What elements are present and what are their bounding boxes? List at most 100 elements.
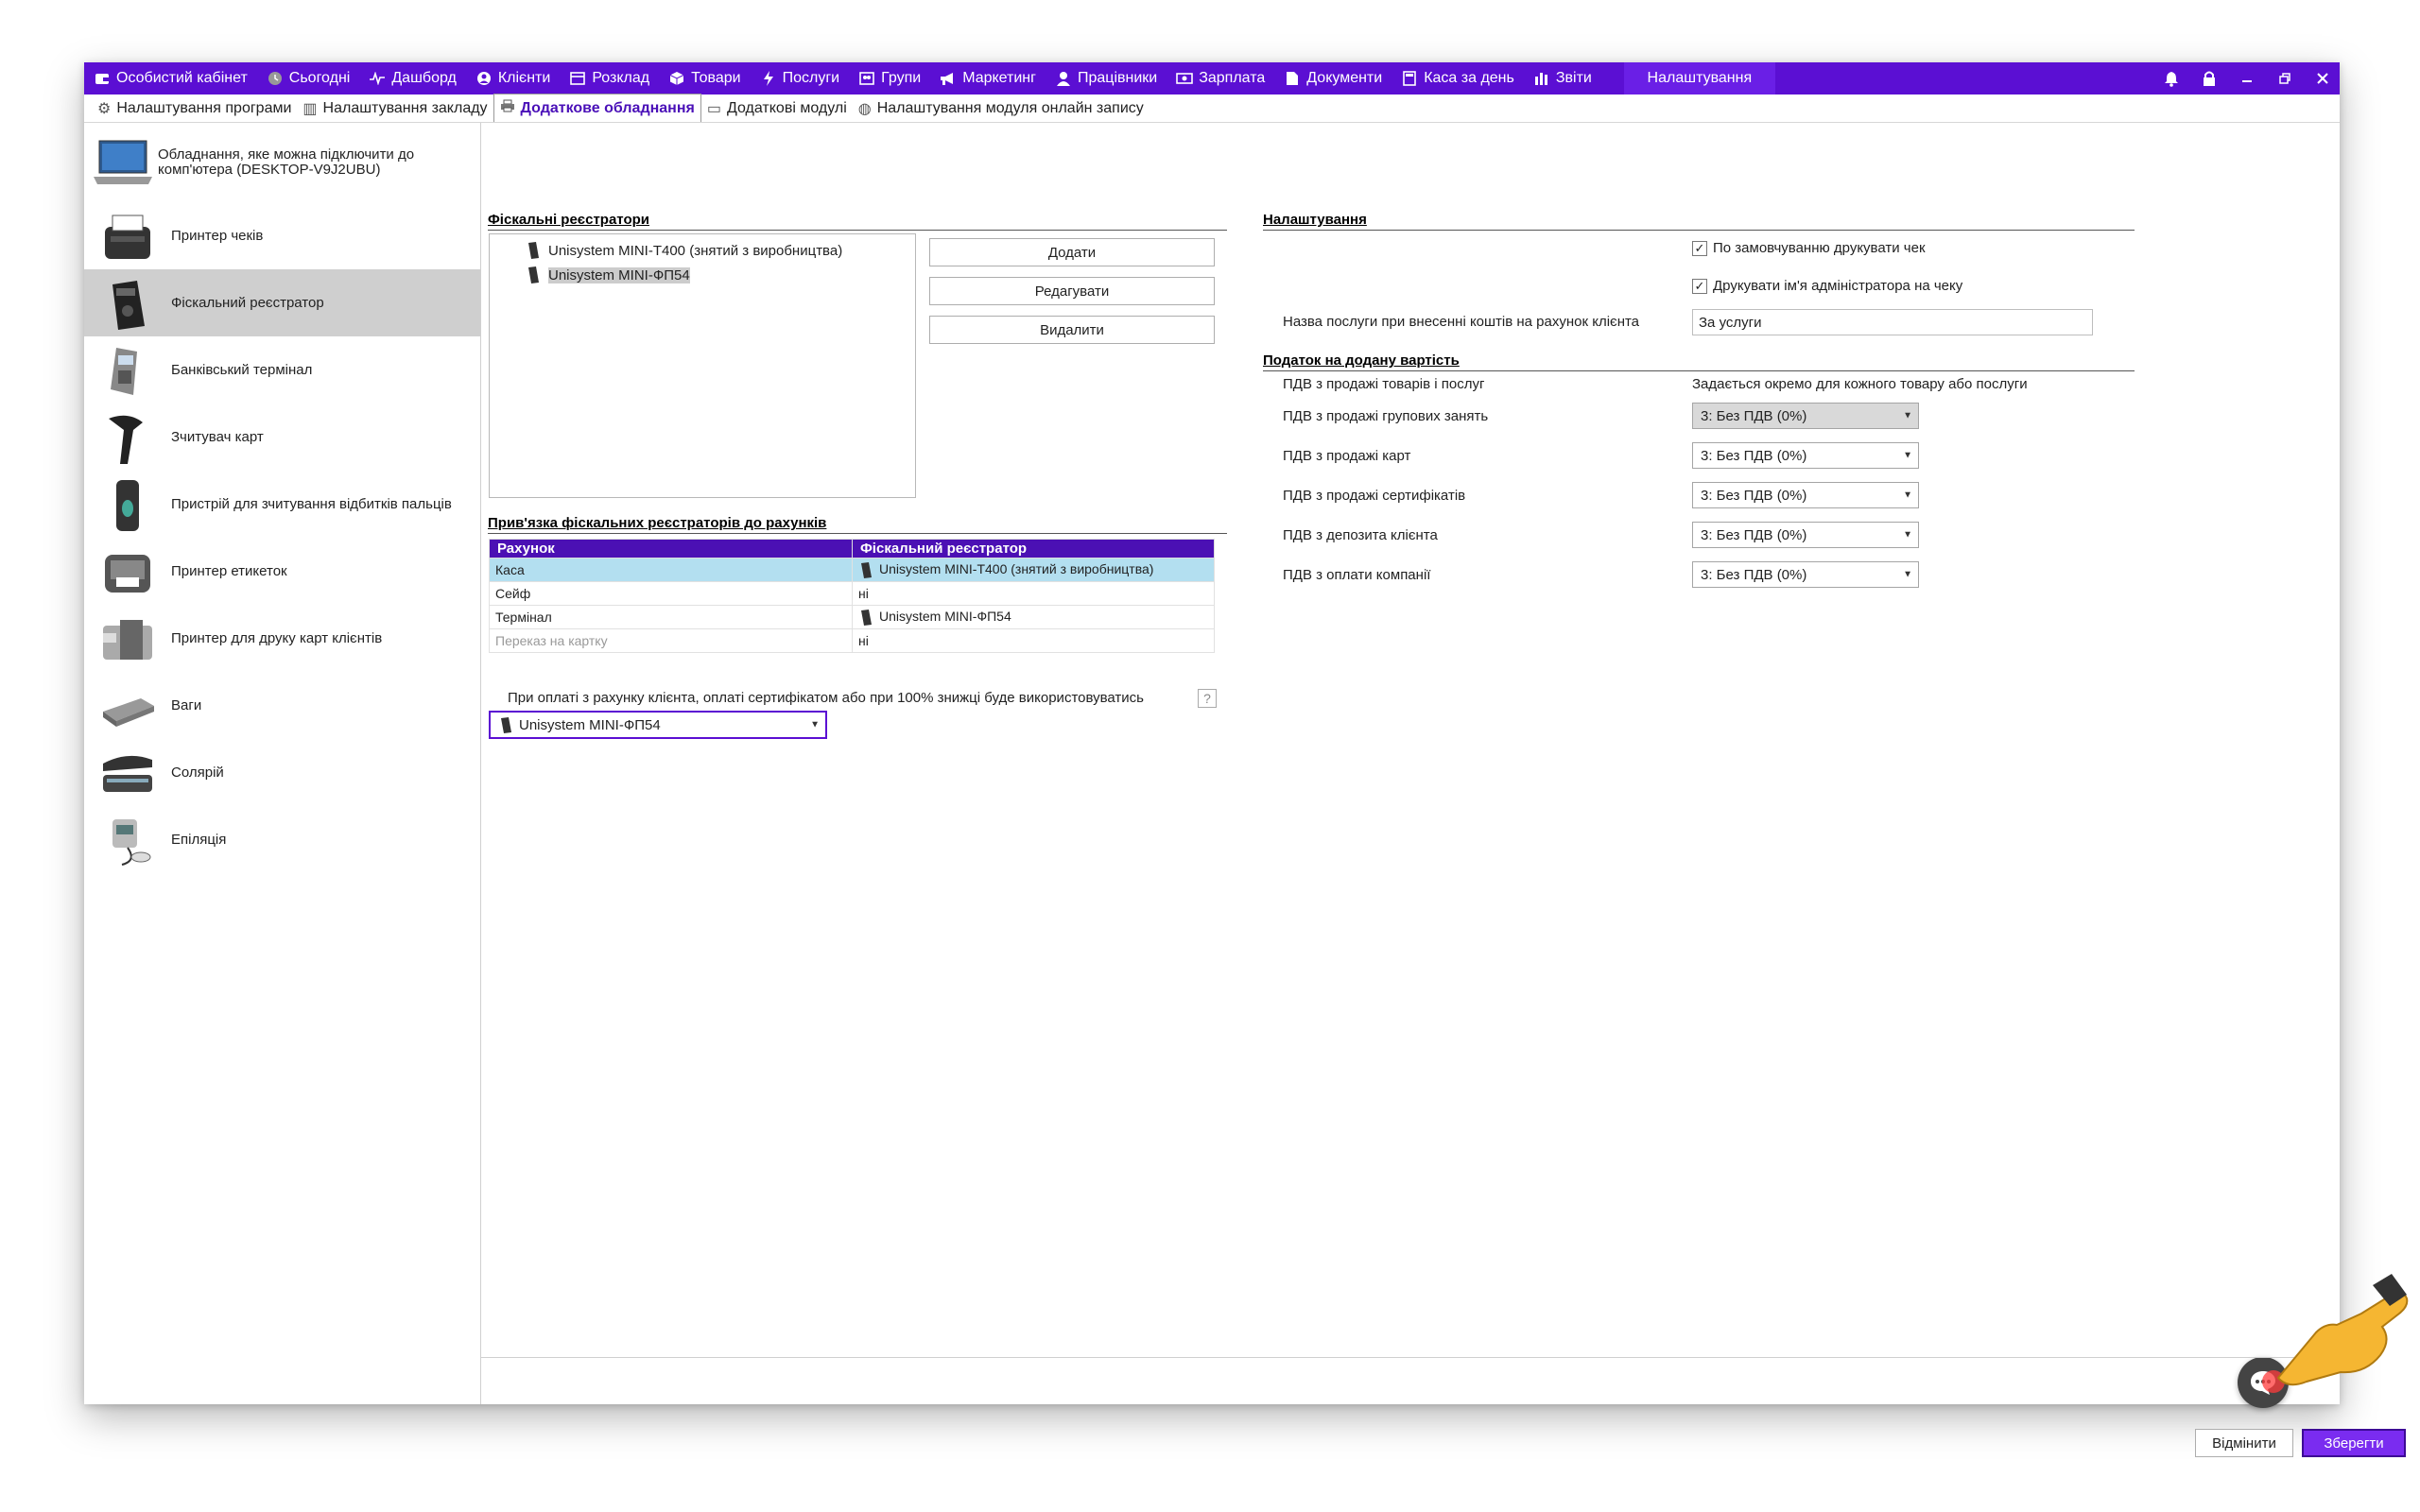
building-icon: ▥ [302,101,318,117]
vat-deposit-select[interactable]: 3: Без ПДВ (0%) ▼ [1692,522,1919,548]
vat-certificates-select[interactable]: 3: Без ПДВ (0%) ▼ [1692,482,1919,508]
nav-clients[interactable]: Клієнти [466,62,560,94]
nav-services[interactable]: Послуги [751,62,850,94]
add-button[interactable]: Додати [929,238,1215,266]
nav-today[interactable]: Сьогодні [257,62,360,94]
sidebar-item-fiscal-register[interactable]: Фіскальний реєстратор [84,269,480,336]
sidebar-item-scales[interactable]: Ваги [84,672,480,739]
table-row[interactable]: Переказ на картку ні [489,628,1215,653]
vat-cards-select[interactable]: 3: Без ПДВ (0%) ▼ [1692,442,1919,469]
sidebar-item-card-printer[interactable]: Принтер для друку карт клієнтів [84,605,480,672]
nav-label: Групи [881,70,922,86]
vat-goods-value: Задається окремо для кожного товару або … [1692,376,2028,392]
nav-salary[interactable]: Зарплата [1167,62,1274,94]
register-item[interactable]: Unisystem MINI-ФП54 [490,263,915,287]
vat-group-classes-select[interactable]: 3: Без ПДВ (0%) ▼ [1692,403,1919,429]
bank-terminal-icon [111,347,137,395]
chevron-down-icon: ▼ [1903,490,1912,501]
nav-groups[interactable]: Групи [849,62,930,94]
print-admin-checkbox[interactable]: ✓ Друкувати ім'я адміністратора на чеку [1692,278,1962,294]
vat-select-value: 3: Без ПДВ (0%) [1701,487,1807,504]
print-admin-label: Друкувати ім'я адміністратора на чеку [1713,278,1963,294]
edit-button[interactable]: Редагувати [929,277,1215,305]
window-controls [2162,62,2332,94]
sidebar-item-solarium[interactable]: Солярій [84,739,480,806]
register-cell[interactable]: Unisystem MINI-ФП54 [852,605,1215,629]
groups-icon [858,70,875,87]
tab-additional-equipment[interactable]: Додаткове обладнання [493,94,701,122]
nav-label: Особистий кабінет [116,70,248,86]
tab-program-settings[interactable]: ⚙ Налаштування програми [92,95,297,122]
tab-venue-settings[interactable]: ▥ Налаштування закладу [297,95,493,122]
nav-schedule[interactable]: Розклад [560,62,659,94]
table-row[interactable]: Термінал Unisystem MINI-ФП54 [489,605,1215,629]
payment-register-select[interactable]: Unisystem MINI-ФП54 ▼ [489,711,827,739]
sidebar-item-label: Епіляція [171,832,227,848]
chevron-down-icon: ▼ [1903,410,1912,421]
register-cell[interactable]: ні [852,581,1215,606]
nav-reports[interactable]: Звіти [1524,62,1601,94]
sidebar-item-label: Зчитувач карт [171,429,264,445]
sidebar-item-epilation[interactable]: Епіляція [84,806,480,873]
help-icon[interactable]: ? [1198,689,1217,708]
nav-label: Звіти [1555,70,1592,86]
register-cell[interactable]: Unisystem MINI-T400 (знятий з виробництв… [852,558,1215,582]
account-cell: Сейф [489,581,853,606]
sidebar-item-label: Солярій [171,765,224,781]
globe-icon: ◍ [857,101,872,117]
sidebar-item-label: Фіскальний реєстратор [171,295,324,311]
nav-settings[interactable]: Налаштування [1623,62,1775,94]
nav-marketing[interactable]: Маркетинг [930,62,1046,94]
sidebar-item-label: Принтер етикеток [171,563,287,579]
register-cell-text: Unisystem MINI-ФП54 [879,608,1011,624]
sidebar-item-label-printer[interactable]: Принтер етикеток [84,538,480,605]
minimize-icon[interactable] [2238,72,2256,85]
nav-goods[interactable]: Товари [659,62,750,94]
save-button[interactable]: Зберегти [2302,1429,2406,1457]
fiscal-registers-list[interactable]: Unisystem MINI-T400 (знятий з виробництв… [489,233,916,498]
nav-label: Товари [691,70,741,86]
nav-cash-day[interactable]: Каса за день [1392,62,1524,94]
register-item[interactable]: Unisystem MINI-T400 (знятий з виробництв… [490,238,915,263]
print-receipt-checkbox[interactable]: ✓ По замовчуванню друкувати чек [1692,240,1926,256]
checkbox-checked-icon: ✓ [1692,278,1707,294]
tab-label: Додаткові модулі [726,100,847,116]
nav-label: Розклад [592,70,650,86]
sidebar-item-label: Принтер чеків [171,228,264,244]
nav-employees[interactable]: Працівники [1046,62,1167,94]
equipment-sidebar: Обладнання, яке можна підключити до комп… [84,123,481,1404]
fiscal-register-icon [861,562,872,579]
column-header-register: Фіскальний реєстратор [852,539,1215,558]
register-cell[interactable]: ні [852,628,1215,653]
bell-icon[interactable] [2162,70,2181,87]
printer-icon [500,99,515,117]
footer-divider [481,1357,2340,1358]
nav-label: Налаштування [1647,70,1753,86]
delete-button[interactable]: Видалити [929,316,1215,344]
lock-icon[interactable] [2200,70,2219,87]
chevron-down-icon: ▼ [1903,450,1912,461]
restore-icon[interactable] [2275,72,2294,85]
service-name-input[interactable]: За услуги [1692,309,2093,335]
service-name-label: Назва послуги при внесенні коштів на рах… [1283,314,1640,330]
sidebar-item-bank-terminal[interactable]: Банківський термінал [84,336,480,404]
fiscal-register-icon [861,610,872,627]
chevron-down-icon: ▼ [1903,529,1912,541]
nav-personal-cabinet[interactable]: Особистий кабінет [84,62,257,94]
cash-icon [1176,70,1194,87]
vat-company-select[interactable]: 3: Без ПДВ (0%) ▼ [1692,561,1919,588]
table-row[interactable]: Каса Unisystem MINI-T400 (знятий з вироб… [489,558,1215,582]
nav-dashboard[interactable]: Дашборд [359,62,466,94]
nav-documents[interactable]: Документи [1274,62,1392,94]
close-icon[interactable] [2313,72,2332,85]
sidebar-item-card-reader[interactable]: Зчитувач карт [84,404,480,471]
sidebar-item-receipt-printer[interactable]: Принтер чеків [84,202,480,269]
tab-online-booking[interactable]: ◍ Налаштування модуля онлайн запису [853,95,1150,122]
register-cell-text: Unisystem MINI-T400 (знятий з виробництв… [879,560,1154,576]
payment-register-value: Unisystem MINI-ФП54 [519,716,661,733]
sidebar-item-fingerprint-reader[interactable]: Пристрій для зчитування відбитків пальці… [84,471,480,538]
tab-additional-modules[interactable]: ▭ Додаткові модулі [701,95,853,122]
cancel-button[interactable]: Відмінити [2195,1429,2293,1457]
table-row[interactable]: Сейф ні [489,581,1215,606]
vat-goods-label: ПДВ з продажі товарів і послуг [1283,376,1485,392]
